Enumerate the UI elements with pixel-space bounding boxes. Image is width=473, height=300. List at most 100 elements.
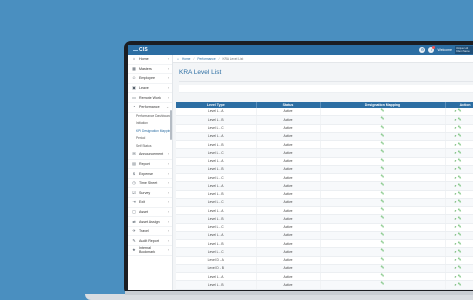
edit-icon[interactable]: ✎ xyxy=(457,265,461,271)
table-row: Level D - B Active ✎ ⌕ ✎ xyxy=(176,264,473,274)
table-row: Level L - CActive✎⌕ ✎ xyxy=(176,124,473,133)
edit-icon[interactable]: ✎ xyxy=(457,208,461,214)
pencil-edit-icon[interactable]: ✎ xyxy=(380,108,384,114)
sidebar-item-survey[interactable]: ☑ Survey › xyxy=(128,188,172,199)
pencil-edit-icon[interactable]: ✎ xyxy=(380,207,384,213)
breadcrumb-home[interactable]: Home xyxy=(182,57,191,61)
chevron-icon: › xyxy=(167,219,169,224)
pencil-edit-icon[interactable]: ✎ xyxy=(380,265,384,271)
cell-level-type: Level D - B xyxy=(176,264,257,274)
pencil-edit-icon[interactable]: ✎ xyxy=(380,141,384,147)
edit-icon[interactable]: ✎ xyxy=(457,249,461,255)
pencil-edit-icon[interactable]: ✎ xyxy=(380,166,384,172)
cell-level-type: Level L - C xyxy=(176,223,257,232)
welcome-label[interactable]: Welcome xyxy=(437,48,452,52)
pencil-edit-icon[interactable]: ✎ xyxy=(380,199,384,205)
edit-icon[interactable]: ✎ xyxy=(457,158,461,164)
cell-status: Active xyxy=(256,140,321,150)
sidebar-scrollbar[interactable] xyxy=(170,110,172,140)
sidebar-item-performance[interactable]: ◔ Performance ⌄ xyxy=(128,103,172,113)
settings-icon[interactable]: ⚙ xyxy=(419,47,426,53)
edit-icon[interactable]: ✎ xyxy=(457,199,461,205)
cell-action: ⌕ ✎ xyxy=(445,280,473,290)
sidebar-subitem[interactable]: Performance Dashboard xyxy=(128,113,172,121)
client-name-block[interactable]: Unique Ltd Client Name xyxy=(455,46,473,54)
cell-action: ⌕ ✎ xyxy=(445,107,473,117)
cell-designation-mapping: ✎ xyxy=(320,206,446,216)
pencil-edit-icon[interactable]: ✎ xyxy=(380,273,384,279)
chevron-icon: › xyxy=(167,248,169,253)
sidebar-item-report[interactable]: ▤ Report › xyxy=(128,160,172,170)
cell-designation-mapping: ✎ xyxy=(320,190,446,199)
edit-icon[interactable]: ✎ xyxy=(457,241,461,247)
sidebar-item-expense[interactable]: $ Expense › xyxy=(128,169,172,179)
pencil-edit-icon[interactable]: ✎ xyxy=(380,215,384,221)
sidebar-item-label: Home xyxy=(139,57,149,62)
edit-icon[interactable]: ✎ xyxy=(457,232,461,238)
sidebar-item-remote-work[interactable]: ▭ Remote Work › xyxy=(128,93,172,103)
edit-icon[interactable]: ✎ xyxy=(457,183,461,189)
pencil-edit-icon[interactable]: ✎ xyxy=(380,133,384,139)
pencil-edit-icon[interactable]: ✎ xyxy=(380,191,384,197)
edit-icon[interactable]: ✎ xyxy=(457,224,461,230)
cell-status: Active xyxy=(256,272,321,282)
edit-icon[interactable]: ✎ xyxy=(457,150,461,156)
sidebar-item-leave[interactable]: ▣ Leave › xyxy=(128,84,172,94)
edit-icon[interactable]: ✎ xyxy=(457,282,461,288)
sidebar-item-home[interactable]: ⌂ Home › xyxy=(128,55,172,65)
pencil-edit-icon[interactable]: ✎ xyxy=(380,224,384,230)
edit-icon[interactable]: ✎ xyxy=(457,125,461,131)
cell-action: ⌕ ✎ xyxy=(445,165,473,175)
pencil-edit-icon[interactable]: ✎ xyxy=(380,182,384,188)
edit-icon[interactable]: ✎ xyxy=(457,274,461,280)
chart-icon: ◔ xyxy=(132,104,136,110)
table-row: Level L - A Active ✎ ⌕ ✎ xyxy=(176,206,473,216)
cell-status: Active xyxy=(256,239,321,249)
cell-designation-mapping: ✎ xyxy=(320,264,446,274)
edit-icon[interactable]: ✎ xyxy=(457,142,461,148)
expense-icon: $ xyxy=(132,170,136,176)
sidebar-item-audit-report[interactable]: ✎ Audit Report › xyxy=(128,236,172,246)
edit-icon[interactable]: ✎ xyxy=(457,117,461,123)
sidebar-subitem[interactable]: Initiation xyxy=(128,120,172,128)
pencil-edit-icon[interactable]: ✎ xyxy=(380,116,384,122)
edit-icon[interactable]: ✎ xyxy=(457,175,461,181)
pencil-edit-icon[interactable]: ✎ xyxy=(380,174,384,180)
sidebar-subitem[interactable]: KPI Designation Mapping xyxy=(128,128,172,136)
sidebar-item-label: Asset Assign xyxy=(139,219,160,224)
sidebar-item-asset-assign[interactable]: ⇄ Asset Assign › xyxy=(128,217,172,227)
pencil-edit-icon[interactable]: ✎ xyxy=(380,248,384,254)
sidebar-subitem[interactable]: Self Status xyxy=(128,143,172,151)
sidebar-item-exit[interactable]: ⇥ Exit › xyxy=(128,198,172,208)
breadcrumb-performance[interactable]: Performance xyxy=(197,57,215,61)
sidebar-item-time-sheet[interactable]: ◷ Time Sheet › xyxy=(128,179,172,189)
pencil-edit-icon[interactable]: ✎ xyxy=(380,149,384,155)
table-row: Level L - B Active ✎ ⌕ ✎ xyxy=(176,115,473,125)
edit-icon[interactable]: ✎ xyxy=(457,166,461,172)
notification-bell-icon[interactable]: ♪ xyxy=(428,46,436,53)
pencil-edit-icon[interactable]: ✎ xyxy=(380,232,384,238)
edit-icon[interactable]: ✎ xyxy=(457,133,461,139)
edit-icon[interactable]: ✎ xyxy=(457,108,461,114)
edit-icon[interactable]: ✎ xyxy=(457,216,461,222)
sidebar-item-masters[interactable]: ▦ Masters › xyxy=(128,65,172,75)
pencil-edit-icon[interactable]: ✎ xyxy=(380,158,384,164)
pencil-edit-icon[interactable]: ✎ xyxy=(380,125,384,131)
sidebar-item-employee[interactable]: ☺ Employee › xyxy=(128,74,172,84)
sidebar-item-travel[interactable]: ✈ Travel › xyxy=(128,227,172,237)
sidebar-item-asset[interactable]: ▢ Asset › xyxy=(128,208,172,218)
pencil-edit-icon[interactable]: ✎ xyxy=(380,257,384,263)
edit-icon[interactable]: ✎ xyxy=(457,257,461,263)
sidebar-item-internal-bookmark[interactable]: ★ Internal Bookmark › xyxy=(128,246,172,256)
app-logo[interactable]: CIS xyxy=(133,47,148,53)
cell-level-type: Level L - B xyxy=(176,165,257,175)
chevron-icon: › xyxy=(167,66,169,71)
pencil-edit-icon[interactable]: ✎ xyxy=(380,240,384,246)
sidebar-subitem[interactable]: Period xyxy=(128,135,172,143)
sidebar-item-announcement[interactable]: ✉ Announcement › xyxy=(128,150,172,160)
pencil-edit-icon[interactable]: ✎ xyxy=(380,281,384,287)
cell-status: Active xyxy=(256,173,321,183)
cell-designation-mapping: ✎ xyxy=(320,272,446,282)
home-icon[interactable]: ⌂ xyxy=(177,57,179,61)
edit-icon[interactable]: ✎ xyxy=(457,191,461,197)
